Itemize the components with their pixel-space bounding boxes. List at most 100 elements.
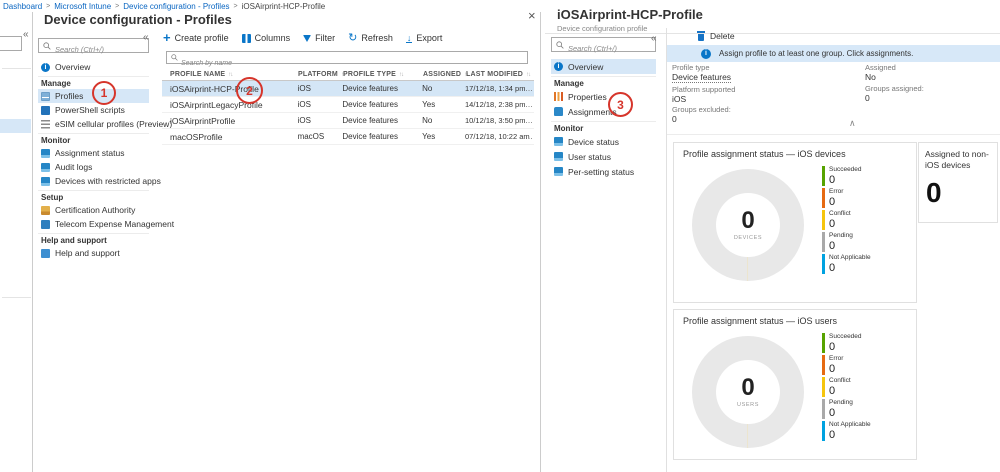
- chart-card-ios-devices[interactable]: Profile assignment status — iOS devices …: [673, 142, 917, 303]
- delete-button[interactable]: Delete: [667, 29, 735, 43]
- row-menu-icon[interactable]: …: [525, 132, 534, 141]
- essential-value-text: 0: [672, 114, 677, 124]
- annotation-circle-2: 2: [236, 77, 263, 104]
- cell-platform: iOS: [298, 84, 343, 93]
- essentials-collapse-icon[interactable]: ∧: [849, 118, 856, 129]
- column-header-assigned[interactable]: ASSIGNED↑↓: [423, 71, 466, 78]
- info-banner[interactable]: Assign profile to at least one group. Cl…: [667, 45, 1000, 62]
- toolbar-columns[interactable]: Columns: [242, 33, 291, 43]
- essential-value-groups-assigned: 0: [865, 93, 924, 103]
- donut-value: 0: [741, 376, 754, 400]
- selected-menu-item[interactable]: [0, 119, 31, 133]
- breadcrumb-separator: >: [234, 3, 238, 10]
- legend-value: 0: [829, 429, 914, 441]
- sliver-search-input[interactable]: [0, 36, 22, 51]
- assignments-icon: [554, 107, 563, 116]
- nav-item-telecom-expense-management[interactable]: Telecom Expense Management: [38, 217, 149, 231]
- nav-item-per-setting-status[interactable]: Per-setting status: [551, 164, 656, 179]
- delete-label: Delete: [710, 31, 735, 41]
- column-header-platform[interactable]: PLATFORM↑↓: [298, 71, 343, 78]
- collapse-icon[interactable]: «: [23, 30, 29, 40]
- cell-assigned: No: [422, 116, 465, 125]
- essential-label-assigned: Assigned: [865, 63, 924, 72]
- toolbar-export[interactable]: ↓Export: [406, 33, 443, 43]
- nav-item-label: eSIM cellular profiles (Preview): [55, 119, 172, 129]
- nav-item-overview[interactable]: Overview: [551, 59, 656, 74]
- legend-item-pending: Pending0: [822, 399, 914, 419]
- close-blade-icon[interactable]: ×: [528, 10, 536, 22]
- toolbar-label: Filter: [315, 33, 335, 43]
- non-ios-card[interactable]: Assigned to non-iOS devices 0: [918, 142, 998, 223]
- legend-value: 0: [829, 385, 914, 397]
- table-row-iosairprintlegacyprofile[interactable]: iOSAirprintLegacyProfileiOSDevice featur…: [162, 97, 534, 113]
- column-header-profile-name[interactable]: PROFILE NAME↑↓: [170, 71, 298, 78]
- breadcrumb-item-dashboard[interactable]: Dashboard: [3, 2, 42, 11]
- nav-item-certification-authority[interactable]: Certification Authority: [38, 203, 149, 217]
- column-header-profile-type[interactable]: PROFILE TYPE↑↓: [343, 71, 423, 78]
- nav-item-label: Overview: [55, 62, 90, 72]
- cell-profile-name: iOSAirprint-HCP-Profile: [170, 84, 298, 94]
- banner-text: Assign profile to at least one group. Cl…: [719, 49, 913, 58]
- row-menu-icon[interactable]: …: [525, 116, 534, 125]
- search-input[interactable]: [552, 42, 655, 55]
- essential-label-groups-assigned: Groups assigned:: [865, 84, 924, 93]
- sort-icon[interactable]: ↑↓: [526, 72, 530, 78]
- non-ios-card-title: Assigned to non-iOS devices: [925, 149, 991, 171]
- breadcrumb-separator: >: [46, 3, 50, 10]
- sort-icon[interactable]: ↑↓: [228, 72, 232, 78]
- nav-section-header: Monitor: [551, 123, 656, 134]
- telecom-icon: [41, 220, 50, 229]
- nav-section-help-and-support: Help and supportHelp and support: [38, 233, 149, 260]
- essential-value-groups-excluded: 0: [672, 114, 735, 124]
- table-row-iosairprint-hcp-profile[interactable]: iOSAirprint-HCP-ProfileiOSDevice feature…: [162, 81, 534, 97]
- chart-card-ios-users[interactable]: Profile assignment status — iOS users 0 …: [673, 309, 917, 460]
- cell-assigned: No: [422, 84, 465, 93]
- nav-item-audit-logs[interactable]: Audit logs: [38, 160, 149, 174]
- row-menu-icon[interactable]: …: [525, 100, 534, 109]
- search-input[interactable]: [0, 41, 21, 54]
- filter-icon: [303, 35, 311, 42]
- nav-item-overview[interactable]: Overview: [38, 60, 149, 74]
- nav-item-devices-with-restricted-apps[interactable]: Devices with restricted apps: [38, 174, 149, 188]
- blade-search[interactable]: [551, 37, 656, 52]
- columns-icon: [242, 34, 251, 43]
- toolbar-label: Refresh: [361, 33, 393, 43]
- nav-item-esim-cellular-profiles-preview[interactable]: eSIM cellular profiles (Preview): [38, 117, 149, 131]
- profiles-table: PROFILE NAME↑↓PLATFORM↑↓PROFILE TYPE↑↓AS…: [162, 68, 534, 145]
- sort-icon[interactable]: ↑↓: [399, 72, 403, 78]
- refresh-icon: ↻: [348, 33, 357, 43]
- nav-item-label: Help and support: [55, 248, 120, 258]
- essentials-left-column: Profile typeDevice featuresPlatform supp…: [672, 63, 735, 126]
- nav-item-user-status[interactable]: User status: [551, 149, 656, 164]
- column-header-last-modified[interactable]: LAST MODIFIED↑↓: [466, 71, 526, 78]
- legend-value: 0: [829, 262, 914, 274]
- table-row-macosprofile[interactable]: macOSProfilemacOSDevice featuresYes07/12…: [162, 129, 534, 145]
- toolbar-create-profile[interactable]: +Create profile: [163, 33, 229, 43]
- breadcrumb-item-device-configuration-profiles[interactable]: Device configuration - Profiles: [123, 2, 229, 11]
- donut-value: 0: [741, 209, 754, 233]
- nav-item-device-status[interactable]: Device status: [551, 134, 656, 149]
- blade-search[interactable]: [38, 38, 149, 53]
- left-menu-blade: «: [0, 12, 32, 472]
- collapse-icon[interactable]: «: [651, 34, 657, 44]
- toolbar-refresh[interactable]: ↻ Refresh: [348, 33, 393, 43]
- chart-legend: Succeeded0Error0Conflict0Pending0Not App…: [822, 166, 914, 276]
- essential-value-text[interactable]: Device features: [672, 72, 731, 83]
- list-search[interactable]: [166, 51, 528, 64]
- toolbar-filter[interactable]: Filter: [303, 33, 335, 43]
- breadcrumb: Dashboard > Microsoft Intune > Device config…: [3, 1, 325, 11]
- legend-item-conflict: Conflict0: [822, 210, 914, 230]
- nav-item-assignment-status[interactable]: Assignment status: [38, 146, 149, 160]
- legend-value: 0: [829, 174, 914, 186]
- breadcrumb-item-microsoft-intune[interactable]: Microsoft Intune: [54, 2, 111, 11]
- search-input[interactable]: [39, 43, 148, 56]
- help-icon: [41, 249, 50, 258]
- nav-item-properties[interactable]: Properties: [551, 89, 656, 104]
- nav-item-assignments[interactable]: Assignments: [551, 104, 656, 119]
- properties-icon: [554, 92, 563, 101]
- nav-item-help-and-support[interactable]: Help and support: [38, 246, 149, 260]
- collapse-icon[interactable]: «: [143, 33, 149, 43]
- nav-item-powershell-scripts[interactable]: PowerShell scripts: [38, 103, 149, 117]
- table-row-iosairprintprofile[interactable]: iOSAirprintProfileiOSDevice featuresNo10…: [162, 113, 534, 129]
- row-menu-icon[interactable]: …: [525, 84, 534, 93]
